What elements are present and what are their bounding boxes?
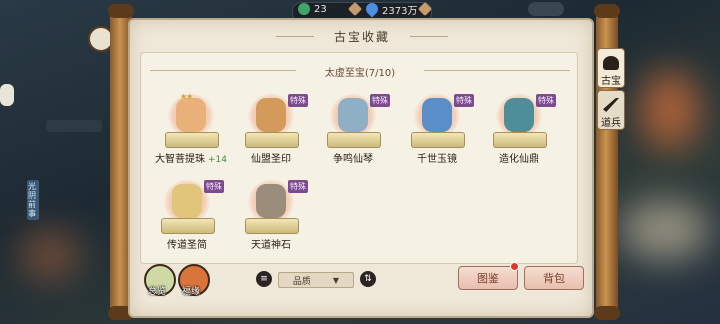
treasure-art-icon (256, 98, 286, 132)
background-cloud (620, 200, 710, 260)
treasure-art-icon (172, 184, 202, 218)
item-bonus: +14 (208, 155, 227, 165)
item-name: 传道圣简 (167, 240, 207, 251)
treasure-art-icon (504, 98, 534, 132)
weapon-tab-icon (603, 98, 619, 112)
sort-toggle-icon[interactable]: ⇅ (360, 271, 376, 287)
bag-label: 背包 (543, 272, 565, 285)
special-badge: 特殊 (536, 94, 556, 107)
section-divider-right (424, 70, 570, 71)
treasure-art-icon (422, 98, 452, 132)
background-fire-glow (20, 230, 80, 280)
atlas-button[interactable]: 图鉴 (458, 266, 518, 290)
left-side-label[interactable]: 光阴前事 (27, 180, 39, 220)
panel-title: 古宝收藏 (333, 29, 390, 44)
treasure-item[interactable]: 特殊 造化仙鼎 (484, 86, 556, 166)
treasure-art-icon (256, 184, 286, 218)
top-right-badge (528, 2, 564, 16)
filter-value: 品质 (292, 276, 311, 287)
filter-list-icon[interactable]: ≡ (256, 271, 272, 287)
star-rating: ★★ (180, 92, 193, 101)
jade-counter: 23 (298, 2, 327, 16)
stone-counter: 2373万 (363, 0, 418, 18)
item-pedestal (411, 132, 465, 148)
title-divider-right (410, 36, 448, 37)
item-pedestal (165, 132, 219, 148)
tab-treasure[interactable]: 古宝 (597, 48, 625, 88)
treasure-item[interactable]: 特殊 争鸣仙琴 (318, 86, 390, 166)
section-title: 太虚至宝(7/10) (324, 68, 396, 79)
item-name: 仙盟圣印 (251, 154, 291, 165)
atlas-label: 图鉴 (477, 272, 499, 285)
item-pedestal (245, 132, 299, 148)
scroll-cap-right-top (594, 4, 620, 18)
item-pedestal (327, 132, 381, 148)
treasure-item[interactable]: 特殊 天道神石 (236, 172, 308, 252)
quality-filter-dropdown[interactable]: 品质 ▼ (278, 272, 354, 288)
treasure-art-icon (338, 98, 368, 132)
tab-treasure-label: 古宝 (601, 76, 621, 87)
treasure-item[interactable]: 特殊 仙盟圣印 (236, 86, 308, 166)
water-drop-icon (363, 0, 381, 18)
special-badge: 特殊 (370, 94, 390, 107)
treasure-item[interactable]: ★★ 大智菩提珠 +14 (155, 86, 227, 166)
special-badge: 特殊 (288, 94, 308, 107)
tab-weapons-label: 道兵 (601, 118, 621, 129)
tab-weapons[interactable]: 道兵 (597, 90, 625, 130)
treasure-art-icon (176, 98, 206, 132)
background-lantern-glow (640, 70, 700, 150)
item-pedestal (493, 132, 547, 148)
item-name: 造化仙鼎 (499, 154, 539, 165)
item-pedestal (245, 218, 299, 234)
scroll-cap-right-bottom (594, 306, 620, 320)
item-name: 天道神石 (251, 240, 291, 251)
item-name: 争鸣仙琴 (333, 154, 373, 165)
jade-coin-icon (298, 3, 310, 15)
treasure-item[interactable]: 特殊 千世玉镜 (402, 86, 474, 166)
special-badge: 特殊 (454, 94, 474, 107)
atlas-notification-dot (510, 262, 519, 271)
treasure-item[interactable]: 特殊 传道圣简 (152, 172, 224, 252)
left-hud-card[interactable] (46, 120, 102, 132)
spirit-stone-amount: 2373万 (382, 5, 418, 17)
chevron-down-icon: ▼ (332, 275, 340, 285)
blessing-label: 福缘 (182, 287, 201, 297)
item-pedestal (161, 218, 215, 234)
jade-amount: 23 (314, 3, 327, 15)
left-cloud-icon (0, 84, 14, 106)
title-divider-left (276, 36, 314, 37)
scroll-cap-left-top (108, 4, 134, 18)
overview-label: 总览 (148, 287, 167, 297)
item-name: 千世玉镜 (417, 154, 457, 165)
special-badge: 特殊 (288, 180, 308, 193)
item-name: 大智菩提珠 +14 (155, 154, 227, 165)
treasure-tab-icon (603, 56, 619, 70)
special-badge: 特殊 (204, 180, 224, 193)
section-divider-left (150, 70, 296, 71)
bag-button[interactable]: 背包 (524, 266, 584, 290)
